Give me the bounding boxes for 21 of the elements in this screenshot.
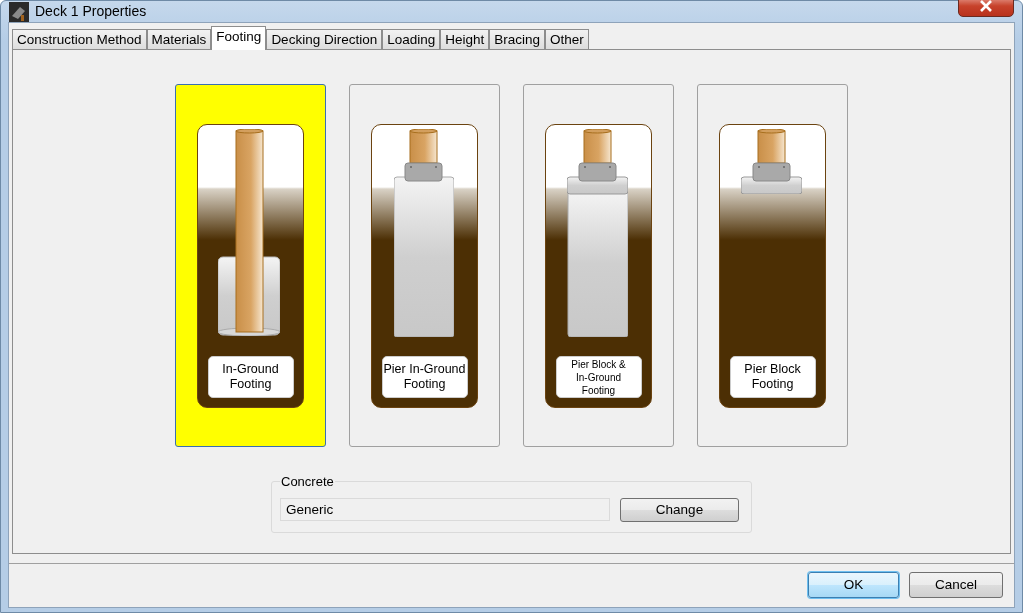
tab[interactable]: Construction Method <box>12 29 147 50</box>
footing-option[interactable]: Pier Block Footing <box>697 84 848 447</box>
window-title: Deck 1 Properties <box>35 2 147 21</box>
tab[interactable]: Footing <box>211 26 267 50</box>
concrete-field[interactable]: Generic <box>280 498 610 521</box>
tab[interactable]: Height <box>440 29 490 50</box>
option-label: Pier Block & In-Ground Footing <box>555 356 642 398</box>
tab[interactable]: Decking Direction <box>266 29 383 50</box>
tab[interactable]: Loading <box>382 29 441 50</box>
group-title: Concrete <box>280 475 335 489</box>
change-button[interactable]: Change <box>620 498 739 522</box>
option-label: Pier Block Footing <box>729 356 816 398</box>
cancel-button[interactable]: Cancel <box>909 572 1003 598</box>
option-label: Pier In-Ground Footing <box>381 356 468 398</box>
footing-option[interactable]: Pier Block & In-Ground Footing <box>523 84 674 447</box>
option-label: In-Ground Footing <box>207 356 294 398</box>
tab[interactable]: Bracing <box>489 29 546 50</box>
ok-button[interactable]: OK <box>808 572 899 598</box>
footing-option[interactable]: In-Ground Footing <box>175 84 326 447</box>
tab[interactable]: Other <box>545 29 589 50</box>
footing-option[interactable]: Pier In-Ground Footing <box>349 84 500 447</box>
